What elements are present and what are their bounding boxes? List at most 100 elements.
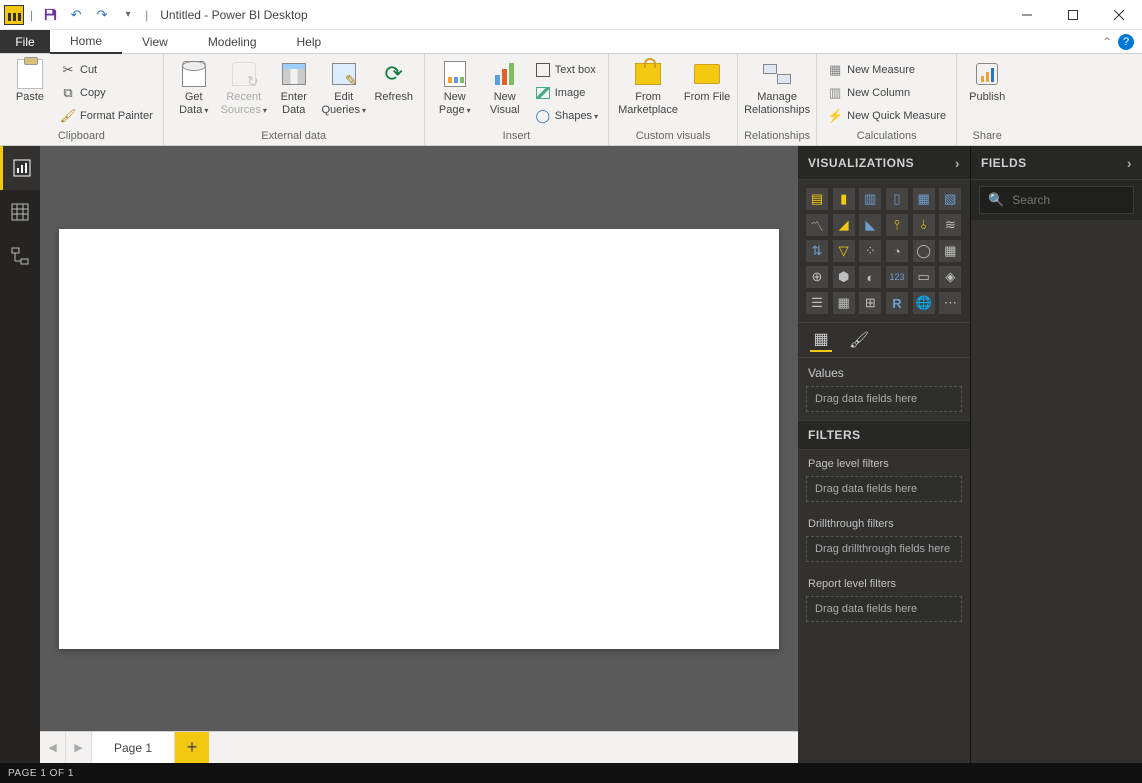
fields-tab-icon[interactable]: ▦ (810, 328, 832, 352)
maximize-button[interactable] (1050, 0, 1096, 30)
from-file-button[interactable]: From File (683, 56, 731, 104)
new-visual-button[interactable]: New Visual (481, 56, 529, 116)
viz-r-icon[interactable]: R (886, 292, 908, 314)
cut-button[interactable]: ✂Cut (56, 59, 157, 81)
values-drop-zone[interactable]: Drag data fields here (806, 386, 962, 412)
page-next-button[interactable]: ▶ (66, 732, 92, 763)
viz-scatter-icon[interactable]: ⁘ (859, 240, 881, 262)
viz-multi-card-icon[interactable]: ▭ (913, 266, 935, 288)
enter-data-button[interactable]: Enter Data (270, 56, 318, 116)
get-data-icon (182, 61, 206, 87)
viz-line-icon[interactable]: 〽 (806, 214, 828, 236)
image-icon (535, 85, 551, 101)
undo-icon[interactable]: ↶ (65, 4, 87, 26)
image-button[interactable]: Image (531, 82, 602, 104)
viz-line-clustered-icon[interactable]: ⫰ (913, 214, 935, 236)
group-relationships-label: Relationships (744, 128, 810, 145)
collapse-ribbon-icon[interactable]: ⌃ (1102, 35, 1112, 49)
viz-clustered-column-icon[interactable]: ▯ (886, 188, 908, 210)
fields-search[interactable]: 🔍 (979, 186, 1134, 214)
viz-ribbon-icon[interactable]: ≋ (939, 214, 961, 236)
viz-waterfall-icon[interactable]: ⇅ (806, 240, 828, 262)
close-button[interactable] (1096, 0, 1142, 30)
viz-treemap-icon[interactable]: ▦ (939, 240, 961, 262)
page-filters-drop-zone[interactable]: Drag data fields here (806, 476, 962, 502)
tab-view[interactable]: View (122, 30, 188, 53)
text-box-button[interactable]: Text box (531, 59, 602, 81)
report-view-button[interactable] (0, 146, 40, 190)
viz-slicer-icon[interactable]: ☰ (806, 292, 828, 314)
data-view-button[interactable] (0, 190, 40, 234)
ribbon: Paste ✂Cut ⧉Copy 🖌Format Painter Clipboa… (0, 54, 1142, 146)
viz-kpi-icon[interactable]: ◈ (939, 266, 961, 288)
new-column-button[interactable]: ▥New Column (823, 82, 950, 104)
group-external-data: Get Data▾ Recent Sources▾ Enter Data Edi… (164, 54, 425, 145)
recent-sources-icon (232, 62, 256, 86)
tab-home[interactable]: Home (50, 30, 122, 54)
new-quick-measure-button[interactable]: ⚡New Quick Measure (823, 105, 950, 127)
redo-icon[interactable]: ↷ (91, 4, 113, 26)
relationships-icon (763, 64, 791, 84)
qat-customize-icon[interactable]: ▾ (117, 4, 139, 26)
report-page-canvas[interactable] (59, 229, 779, 649)
viz-100-column-icon[interactable]: ▧ (939, 188, 961, 210)
search-input[interactable] (1012, 193, 1142, 207)
viz-funnel-icon[interactable]: ▽ (833, 240, 855, 262)
viz-table-icon[interactable]: ▦ (833, 292, 855, 314)
help-icon[interactable]: ? (1118, 34, 1134, 50)
recent-sources-button[interactable]: Recent Sources▾ (220, 56, 268, 116)
publish-button[interactable]: Publish (963, 56, 1011, 104)
publish-icon (976, 63, 998, 85)
refresh-button[interactable]: ⟳Refresh (370, 56, 418, 104)
values-label: Values (798, 358, 970, 386)
shapes-icon: ◯ (535, 108, 551, 124)
page-prev-button[interactable]: ◀ (40, 732, 66, 763)
copy-button[interactable]: ⧉Copy (56, 82, 157, 104)
minimize-button[interactable] (1004, 0, 1050, 30)
drillthrough-drop-zone[interactable]: Drag drillthrough fields here (806, 536, 962, 562)
viz-stacked-bar-icon[interactable]: ▤ (806, 188, 828, 210)
paste-button[interactable]: Paste (6, 56, 54, 104)
viz-clustered-bar-icon[interactable]: ▥ (859, 188, 881, 210)
page-tab-1[interactable]: Page 1 (92, 732, 175, 763)
shapes-button[interactable]: ◯Shapes▾ (531, 105, 602, 127)
viz-card-icon[interactable]: 123 (886, 266, 908, 288)
tab-modeling[interactable]: Modeling (188, 30, 277, 53)
viz-pie-icon[interactable]: ◔ (886, 240, 908, 262)
viz-stacked-area-icon[interactable]: ◣ (859, 214, 881, 236)
group-insert-label: Insert (431, 128, 602, 145)
viz-100-bar-icon[interactable]: ▦ (913, 188, 935, 210)
group-calculations-label: Calculations (823, 128, 950, 145)
canvas-scroll[interactable] (40, 146, 798, 731)
viz-stacked-column-icon[interactable]: ▮ (833, 188, 855, 210)
manage-relationships-button[interactable]: Manage Relationships (744, 56, 810, 116)
viz-filled-map-icon[interactable]: ⬢ (833, 266, 855, 288)
save-icon[interactable] (39, 4, 61, 26)
get-data-button[interactable]: Get Data▾ (170, 56, 218, 116)
new-page-button[interactable]: New Page▾ (431, 56, 479, 116)
view-switcher (0, 146, 40, 763)
visualizations-header[interactable]: VISUALIZATIONS › (798, 146, 970, 180)
viz-donut-icon[interactable]: ◯ (913, 240, 935, 262)
group-share-label: Share (963, 128, 1011, 145)
tab-file[interactable]: File (0, 30, 50, 53)
format-tab-icon[interactable]: 🖌 (848, 328, 870, 352)
viz-map-icon[interactable]: ⊕ (806, 266, 828, 288)
report-filters-drop-zone[interactable]: Drag data fields here (806, 596, 962, 622)
edit-queries-button[interactable]: Edit Queries▾ (320, 56, 368, 116)
filters-header[interactable]: FILTERS (798, 420, 970, 450)
new-page-icon (444, 61, 466, 87)
tab-help[interactable]: Help (277, 30, 342, 53)
format-painter-button[interactable]: 🖌Format Painter (56, 105, 157, 127)
add-page-button[interactable]: + (175, 732, 209, 763)
viz-arcgis-icon[interactable]: 🌐 (913, 292, 935, 314)
viz-matrix-icon[interactable]: ⊞ (859, 292, 881, 314)
from-marketplace-button[interactable]: From Marketplace (615, 56, 681, 116)
viz-area-icon[interactable]: ◢ (833, 214, 855, 236)
fields-header[interactable]: FIELDS › (971, 146, 1142, 180)
new-measure-button[interactable]: ▦New Measure (823, 59, 950, 81)
model-view-button[interactable] (0, 234, 40, 278)
viz-more-icon[interactable]: ⋯ (939, 292, 961, 314)
viz-line-column-icon[interactable]: ⫯ (886, 214, 908, 236)
viz-gauge-icon[interactable]: ◐ (859, 266, 881, 288)
